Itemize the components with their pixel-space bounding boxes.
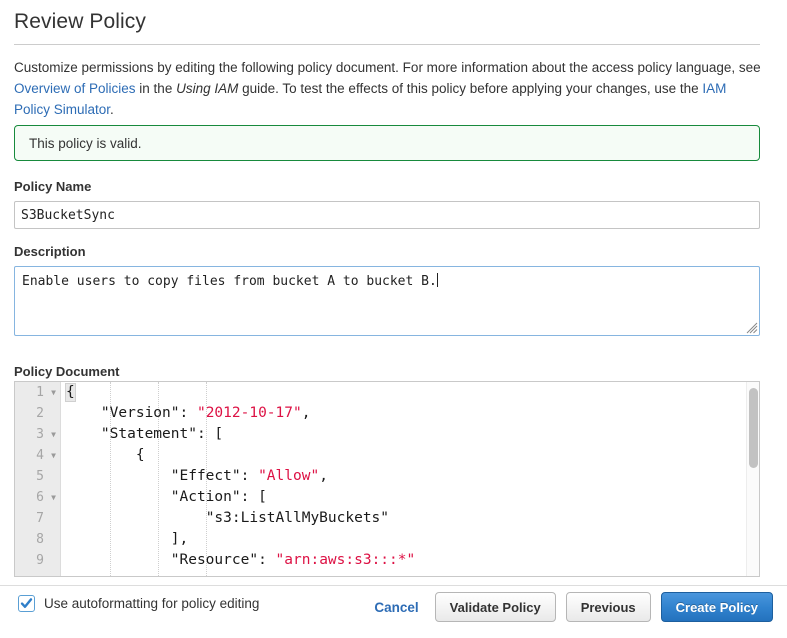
text-caret — [436, 273, 438, 287]
gutter-line-number: 8 — [36, 532, 44, 547]
code-string-value: "arn:aws:s3:::*" — [275, 552, 416, 568]
description-textarea[interactable]: Enable users to copy files from bucket A… — [14, 266, 760, 336]
policy-name-input[interactable] — [14, 201, 760, 229]
code-line: "Effect": "Allow", — [170, 468, 328, 484]
code-line: ], — [66, 531, 189, 547]
policy-document-editor[interactable]: 1 ▼ 2 3 ▼ 4 ▼ 5 6 ▼ 7 8 9 { "Version": "2012-10-17",… — [14, 381, 760, 577]
gutter-line-number: 7 — [36, 511, 44, 526]
autoformat-checkbox[interactable] — [18, 595, 35, 612]
intro-text-3: guide. To test the effects of this polic… — [238, 81, 703, 96]
description-label: Description — [14, 244, 86, 259]
description-field-wrapper: Enable users to copy files from bucket A… — [14, 266, 760, 336]
checkmark-icon — [20, 598, 33, 608]
bracket-match-highlight: { — [65, 383, 76, 402]
previous-button[interactable]: Previous — [565, 592, 651, 622]
gutter-line-number: 6 ▼ — [15, 487, 60, 508]
review-policy-page: Review Policy Customize permissions by e… — [0, 0, 787, 638]
gutter-line-number: 4 ▼ — [15, 445, 60, 466]
fold-toggle-icon[interactable]: ▼ — [51, 424, 56, 445]
intro-text-2: in the — [135, 81, 177, 96]
description-value: Enable users to copy files from bucket A… — [22, 274, 437, 289]
intro-italic-using-iam: Using IAM — [176, 81, 239, 96]
validate-policy-button[interactable]: Validate Policy — [434, 592, 556, 622]
code-string-value: "Allow" — [258, 468, 320, 484]
policy-valid-banner: This policy is valid. — [14, 125, 760, 161]
autoformat-row[interactable]: Use autoformatting for policy editing — [18, 595, 259, 612]
code-string-key: "Resource" — [170, 552, 259, 568]
footer-divider — [0, 585, 787, 586]
code-string-key: "Action" — [170, 489, 241, 505]
code-string-key: "Statement" — [100, 426, 197, 442]
gutter-line-number: 1 ▼ — [15, 382, 60, 403]
editor-gutter: 1 ▼ 2 3 ▼ 4 ▼ 5 6 ▼ 7 8 9 — [15, 382, 61, 576]
code-line: "Statement": [ — [100, 426, 224, 442]
intro-text-1: Customize permissions by editing the fol… — [14, 60, 761, 75]
fold-toggle-icon[interactable]: ▼ — [51, 487, 56, 508]
policy-name-label: Policy Name — [14, 179, 92, 194]
code-line: "Action": [ — [170, 489, 267, 505]
fold-toggle-icon[interactable]: ▼ — [51, 382, 56, 403]
autoformat-label: Use autoformatting for policy editing — [44, 596, 260, 611]
intro-paragraph: Customize permissions by editing the fol… — [14, 57, 764, 120]
intro-text-4: . — [110, 102, 114, 117]
gutter-line-number: 5 — [36, 469, 44, 484]
code-line: { — [62, 382, 759, 403]
cancel-button[interactable]: Cancel — [368, 600, 424, 615]
page-title: Review Policy — [14, 10, 147, 33]
title-divider — [14, 44, 760, 45]
gutter-line-number: 2 — [36, 406, 44, 421]
overview-of-policies-link[interactable]: Overview of Policies — [14, 81, 136, 96]
code-line: "Version": "2012-10-17", — [100, 405, 311, 421]
editor-scrollbar-track[interactable] — [746, 382, 759, 576]
editor-code-area[interactable]: { "Version": "2012-10-17", "Statement": … — [62, 382, 759, 576]
code-string-key: "Effect" — [170, 468, 241, 484]
code-line: "s3:ListAllMyBuckets" — [62, 508, 759, 529]
create-policy-button[interactable]: Create Policy — [660, 592, 773, 622]
code-line: { — [66, 447, 145, 463]
editor-scrollbar-thumb[interactable] — [749, 388, 758, 468]
footer-actions: Cancel Validate Policy Previous Create P… — [368, 592, 773, 622]
fold-toggle-icon[interactable]: ▼ — [51, 445, 56, 466]
code-string-key: "Version" — [100, 405, 180, 421]
gutter-line-number: 3 ▼ — [15, 424, 60, 445]
code-string-value: "2012-10-17" — [196, 405, 302, 421]
code-line: "Resource": "arn:aws:s3:::*" — [170, 552, 416, 568]
banner-message: This policy is valid. — [29, 135, 142, 151]
gutter-line-number: 9 — [36, 553, 44, 568]
code-string-key: "s3:ListAllMyBuckets" — [205, 510, 390, 526]
policy-document-label: Policy Document — [14, 364, 120, 379]
